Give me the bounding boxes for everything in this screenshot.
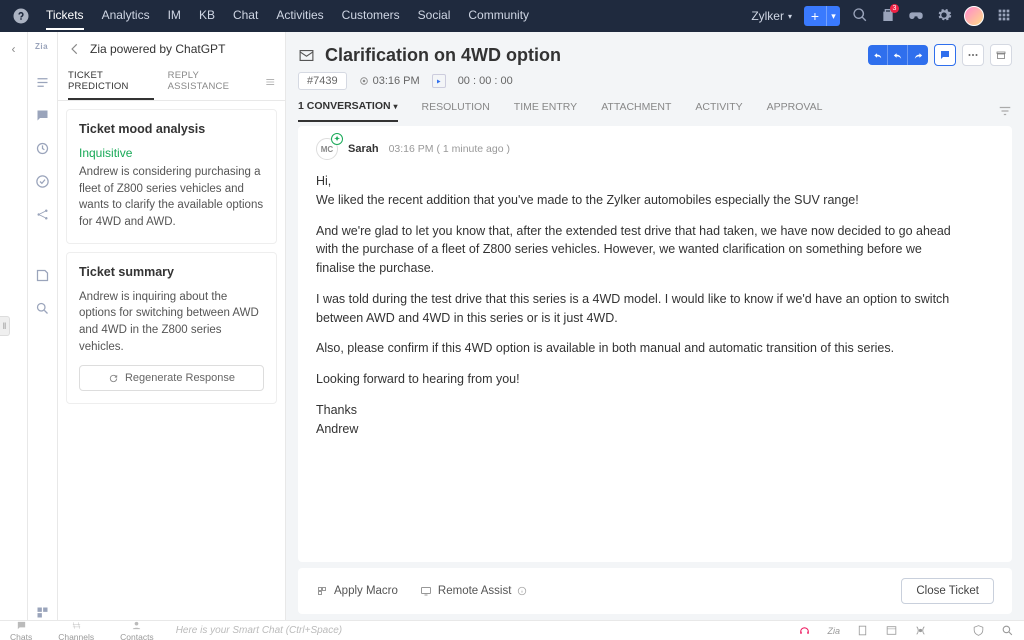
shield-icon[interactable] [972, 624, 985, 637]
sender-name: Sarah [348, 143, 379, 155]
macro-icon [316, 585, 328, 597]
new-button[interactable]: +▾ [804, 6, 840, 26]
nav-analytics[interactable]: Analytics [102, 2, 150, 30]
forward-button[interactable] [908, 45, 928, 65]
tab-resolution[interactable]: RESOLUTION [422, 101, 490, 121]
tab-approval[interactable]: APPROVAL [767, 101, 823, 121]
ticket-time: 03:16 PM [359, 75, 420, 87]
mood-body: Andrew is considering purchasing a fleet… [79, 164, 264, 231]
summary-card: Ticket summary Andrew is inquiring about… [66, 252, 277, 405]
comment-button[interactable] [934, 44, 956, 66]
message-timestamp: 03:16 PM ( 1 minute ago ) [389, 143, 510, 155]
brand-icon [12, 7, 30, 25]
remote-icon [420, 585, 432, 597]
nav-im[interactable]: IM [168, 2, 181, 30]
top-nav: Tickets Analytics IM KB Chat Activities … [46, 2, 529, 30]
timer-value: 00 : 00 : 00 [458, 75, 513, 87]
refresh-icon [108, 373, 119, 384]
more-button[interactable] [962, 44, 984, 66]
headset-icon[interactable] [798, 624, 811, 637]
sender-avatar: MC✦ [316, 138, 338, 160]
workspace-label: Zylker [751, 9, 784, 23]
bottom-search-icon[interactable] [1001, 624, 1014, 637]
reply-button[interactable] [888, 45, 908, 65]
tab-attachment[interactable]: ATTACHMENT [601, 101, 671, 121]
nav-tickets[interactable]: Tickets [46, 2, 84, 30]
close-ticket-button[interactable]: Close Ticket [901, 578, 994, 604]
reply-actions [868, 45, 928, 65]
zia-header: Zia powered by ChatGPT [90, 42, 225, 56]
properties-icon[interactable] [35, 75, 50, 90]
share-icon[interactable] [35, 207, 50, 222]
bottom-chats[interactable]: Chats [10, 620, 32, 640]
plus-icon: + [804, 6, 826, 26]
summary-body: Andrew is inquiring about the options fo… [79, 289, 264, 356]
tab-reply-assistance[interactable]: REPLY ASSISTANCE [168, 64, 251, 100]
approval-rail-icon[interactable] [35, 174, 50, 189]
attachments-rail-icon[interactable] [35, 268, 50, 283]
left-icon-rail: Zia [28, 32, 58, 620]
nav-social[interactable]: Social [418, 2, 451, 30]
tabs-filter-icon[interactable] [998, 104, 1012, 118]
zia-panel: Zia powered by ChatGPT TICKET PREDICTION… [58, 32, 286, 620]
smart-chat-placeholder[interactable]: Here is your Smart Chat (Ctrl+Space) [176, 625, 342, 636]
timeline-icon[interactable] [35, 141, 50, 156]
regenerate-button[interactable]: Regenerate Response [79, 365, 264, 391]
mail-icon [298, 47, 315, 64]
mood-title: Ticket mood analysis [79, 122, 264, 136]
chevron-down-icon[interactable]: ▾ [826, 6, 840, 26]
tab-ticket-prediction[interactable]: TICKET PREDICTION [68, 64, 154, 100]
search-rail-icon[interactable] [35, 301, 50, 316]
remote-assist-button[interactable]: Remote Assist [420, 585, 528, 597]
chevron-left-icon: ‹ [12, 42, 16, 56]
nav-kb[interactable]: KB [199, 2, 215, 30]
panel-icon[interactable] [885, 624, 898, 637]
timer-play-button[interactable] [432, 74, 446, 88]
nav-community[interactable]: Community [468, 2, 529, 30]
back-icon[interactable] [68, 42, 82, 56]
nav-customers[interactable]: Customers [342, 2, 400, 30]
summary-title: Ticket summary [79, 265, 264, 279]
tab-conversation[interactable]: 1 CONVERSATION ▾ [298, 100, 398, 122]
drawer-handle[interactable]: ‖ [0, 316, 10, 336]
ticket-title: Clarification on 4WD option [325, 45, 561, 66]
reply-all-button[interactable] [868, 45, 888, 65]
gear-icon[interactable] [936, 7, 952, 26]
target-icon [359, 76, 369, 86]
zia-tab-menu-icon[interactable] [265, 64, 275, 100]
workspace-switcher[interactable]: Zylker▾ [751, 9, 792, 23]
signal-icon[interactable] [914, 624, 927, 637]
clipboard-icon[interactable] [856, 624, 869, 637]
mood-label: Inquisitive [79, 146, 264, 160]
gamification-icon[interactable] [908, 7, 924, 26]
mood-card: Ticket mood analysis Inquisitive Andrew … [66, 109, 277, 244]
apply-macro-button[interactable]: Apply Macro [316, 585, 398, 597]
zia-rail-icon[interactable]: Zia [35, 42, 50, 57]
ticket-id: #7439 [298, 72, 347, 90]
message-body: Hi,We liked the recent addition that you… [316, 172, 956, 438]
nav-activities[interactable]: Activities [276, 2, 323, 30]
tab-activity[interactable]: ACTIVITY [695, 101, 742, 121]
bottom-zia[interactable]: Zia [827, 626, 840, 636]
bottom-contacts[interactable]: Contacts [120, 620, 154, 640]
info-icon [517, 586, 527, 596]
moon-icon[interactable] [943, 624, 956, 637]
profile-avatar[interactable] [964, 6, 984, 26]
notifications-icon[interactable]: 3 [880, 7, 896, 26]
tab-time-entry[interactable]: TIME ENTRY [514, 101, 577, 121]
chat-bubble-icon[interactable] [35, 108, 50, 123]
status-ring-icon: ✦ [331, 133, 343, 145]
archive-button[interactable] [990, 44, 1012, 66]
search-icon[interactable] [852, 7, 868, 26]
extension-icon[interactable] [35, 605, 50, 620]
apps-icon[interactable] [996, 7, 1012, 26]
nav-chat[interactable]: Chat [233, 2, 258, 30]
bottom-channels[interactable]: Channels [58, 620, 94, 640]
